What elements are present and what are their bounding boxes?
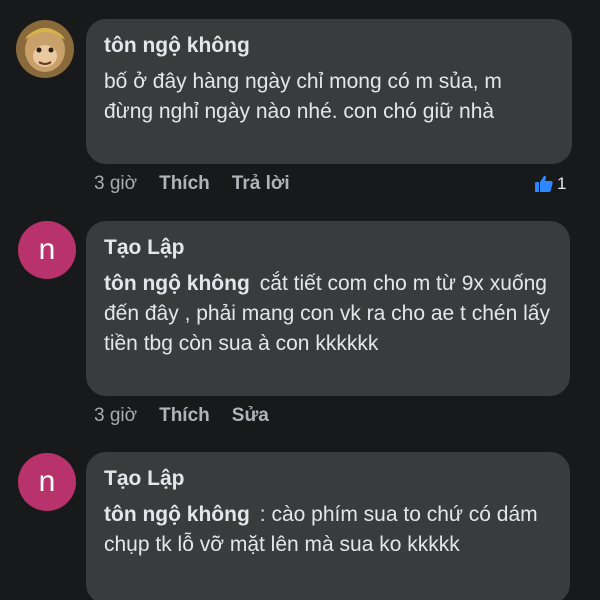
comment-thread: tôn ngộ không bố ở đây hàng ngày chỉ mon… — [0, 0, 600, 600]
edit-button[interactable]: Sửa — [232, 405, 269, 427]
comment-text: tôn ngộ không cắt tiết com cho m từ 9x xu… — [104, 269, 552, 359]
comment-author[interactable]: Tạo Lập — [104, 466, 552, 492]
thumbs-up-icon — [534, 174, 554, 194]
like-button[interactable]: Thích — [159, 405, 210, 427]
avatar-letter: n — [38, 233, 56, 266]
reaction-count[interactable]: 1 — [534, 174, 566, 194]
monkey-king-avatar-icon — [16, 20, 74, 78]
avatar[interactable]: n — [18, 221, 76, 279]
comment-text: tôn ngộ không: cào phím sua to chứ có dá… — [104, 500, 552, 560]
avatar[interactable] — [16, 20, 74, 78]
comment-actions: 3 giờ Thích Trả lời — [94, 173, 290, 195]
comment-actions: 3 giờ Thích Sửa — [94, 405, 269, 427]
avatar-letter: n — [38, 465, 56, 498]
comment-author[interactable]: Tạo Lập — [104, 235, 552, 261]
comment-bubble: Tạo Lập tôn ngộ không: cào phím sua to c… — [86, 452, 570, 600]
comment-bubble: Tạo Lập tôn ngộ không cắt tiết com cho m … — [86, 221, 570, 396]
comment-time[interactable]: 3 giờ — [94, 173, 137, 195]
reaction-number: 1 — [557, 174, 567, 193]
avatar[interactable]: n — [18, 453, 76, 511]
mention-tag[interactable]: tôn ngộ không — [104, 272, 250, 295]
comment-text: bố ở đây hàng ngày chỉ mong có m sủa, m … — [104, 70, 502, 123]
comment-time[interactable]: 3 giờ — [94, 405, 137, 427]
comment-author[interactable]: tôn ngộ không — [104, 33, 554, 59]
mention-tag[interactable]: tôn ngộ không — [104, 503, 250, 526]
comment-bubble: tôn ngộ không bố ở đây hàng ngày chỉ mon… — [86, 19, 572, 164]
reply-button[interactable]: Trả lời — [232, 173, 290, 195]
like-button[interactable]: Thích — [159, 173, 210, 195]
